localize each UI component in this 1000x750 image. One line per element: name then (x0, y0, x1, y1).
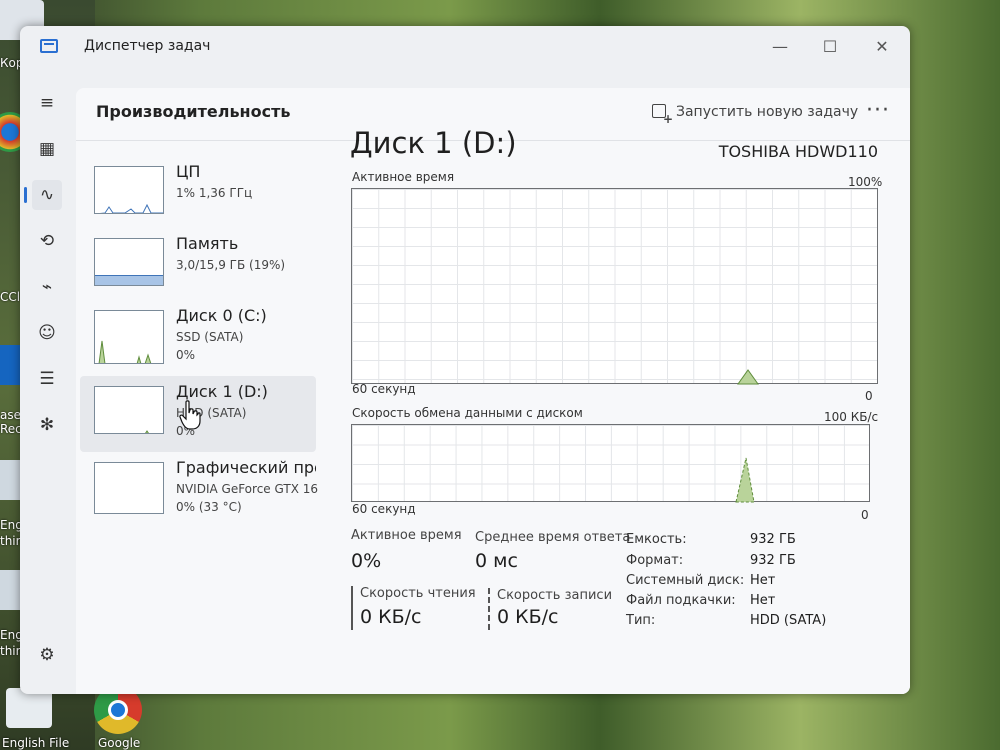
details-icon[interactable]: ☰ (32, 364, 62, 394)
format-value: 932 ГБ (750, 553, 796, 568)
chrome-center (108, 700, 128, 720)
device-detail: 0% (176, 348, 196, 362)
task-manager-icon (40, 39, 58, 53)
users-icon[interactable]: ☺ (32, 318, 62, 348)
device-name: Графический про (176, 458, 316, 477)
page-title: Производительность (96, 102, 291, 121)
active-time-graph-label: Активное время (352, 170, 455, 184)
gpu-thumbnail (94, 462, 164, 514)
transfer-graph-min: 0 (861, 508, 869, 522)
device-detail: SSD (SATA) (176, 330, 244, 344)
startup-icon[interactable]: ⌁ (32, 272, 62, 302)
disk1-thumbnail (94, 386, 164, 434)
desktop-shortcut-icon[interactable] (6, 688, 52, 728)
device-name: Диск 0 (C:) (176, 306, 267, 325)
memory-fill (95, 275, 163, 285)
pagefile-key: Файл подкачки: (626, 593, 736, 608)
disk0-sparkline (98, 340, 152, 363)
device-item-memory[interactable]: Память 3,0/15,9 ГБ (19%) (80, 228, 316, 300)
close-button[interactable]: ✕ (860, 32, 904, 62)
disk-title: Диск 1 (D:) (350, 126, 517, 160)
disk1-sparkline (145, 430, 149, 433)
active-time-graph (351, 188, 878, 385)
device-detail: 1% 1,36 ГГц (176, 186, 253, 200)
type-key: Тип: (626, 613, 656, 628)
disk0-thumbnail (94, 310, 164, 364)
settings-icon[interactable]: ⚙ (32, 640, 62, 670)
run-new-task-button[interactable]: Запустить новую задачу (652, 104, 859, 126)
pagefile-value: Нет (750, 593, 776, 608)
nav-rail: ≡ ▦ ∿ ⟲ ⌁ ☺ ☰ ✻ ⚙ (20, 70, 76, 694)
transfer-rate-graph (351, 424, 870, 503)
device-item-disk0[interactable]: Диск 0 (C:) SSD (SATA) 0% (80, 300, 316, 372)
capacity-value: 932 ГБ (750, 532, 796, 547)
write-speed-label: Скорость записи (497, 588, 613, 603)
history-icon[interactable]: ⟲ (32, 226, 62, 256)
system-disk-value: Нет (750, 573, 776, 588)
device-name: Диск 1 (D:) (176, 382, 268, 401)
avg-response-label: Среднее время ответа (475, 530, 631, 545)
performance-icon[interactable]: ∿ (24, 180, 62, 210)
system-disk-key: Системный диск: (626, 573, 745, 588)
device-detail: 0% (33 °C) (176, 500, 242, 514)
transfer-graph-max: 100 КБ/с (824, 410, 879, 424)
cpu-thumbnail (94, 166, 164, 214)
task-manager-window: Диспетчер задач — ☐ ✕ ≡ ▦ ∿ ⟲ ⌁ ☺ ☰ ✻ ⚙ … (20, 26, 910, 694)
cpu-sparkline (99, 203, 163, 213)
device-name: Память (176, 234, 239, 253)
desktop-icon-label: Google (98, 736, 141, 750)
desktop-icon-label: CCl (0, 290, 21, 304)
device-name: ЦП (176, 162, 201, 181)
transfer-graph-label: Скорость обмена данными с диском (352, 406, 583, 420)
device-item-gpu[interactable]: Графический про NVIDIA GeForce GTX 16 0%… (80, 452, 318, 524)
active-time-value: 0% (351, 550, 382, 572)
title-bar[interactable]: Диспетчер задач — ☐ ✕ (20, 26, 910, 70)
hamburger-icon[interactable]: ≡ (32, 88, 62, 118)
transfer-graph-timespan: 60 секунд (352, 502, 416, 516)
type-value: HDD (SATA) (750, 613, 827, 628)
active-time-graph-max: 100% (848, 175, 883, 189)
memory-thumbnail (94, 238, 164, 286)
read-speed-legend-line (351, 586, 353, 630)
run-new-task-label: Запустить новую задачу (676, 104, 859, 120)
hand-cursor-icon (179, 400, 201, 430)
disk-model: TOSHIBA HDWD110 (718, 142, 878, 161)
write-speed-legend-line (488, 588, 490, 630)
minimize-button[interactable]: — (758, 32, 802, 62)
active-time-graph-min: 0 (865, 389, 873, 403)
avg-response-value: 0 мс (475, 550, 518, 572)
processes-icon[interactable]: ▦ (32, 134, 62, 164)
desktop-icon-label: English File (2, 736, 70, 750)
device-item-cpu[interactable]: ЦП 1% 1,36 ГГц (80, 156, 316, 228)
active-time-plot (737, 369, 759, 385)
active-time-label: Активное время (351, 528, 462, 543)
device-detail: NVIDIA GeForce GTX 16 (176, 482, 318, 496)
services-icon[interactable]: ✻ (32, 410, 62, 440)
read-speed-value: 0 КБ/с (360, 606, 422, 628)
more-options-button[interactable]: ··· (866, 98, 890, 123)
new-task-icon (652, 104, 673, 126)
capacity-key: Емкость: (626, 532, 687, 547)
format-key: Формат: (626, 553, 684, 568)
window-title: Диспетчер задач (84, 38, 211, 54)
transfer-plot (735, 457, 755, 503)
device-detail: 3,0/15,9 ГБ (19%) (176, 258, 286, 272)
device-list: ЦП 1% 1,36 ГГц Память 3,0/15,9 ГБ (19%) … (80, 156, 318, 524)
maximize-button[interactable]: ☐ (808, 32, 852, 62)
read-speed-label: Скорость чтения (360, 586, 476, 601)
write-speed-value: 0 КБ/с (497, 606, 559, 628)
performance-panel: Производительность Запустить новую задач… (76, 88, 910, 694)
active-time-graph-timespan: 60 секунд (352, 382, 416, 396)
